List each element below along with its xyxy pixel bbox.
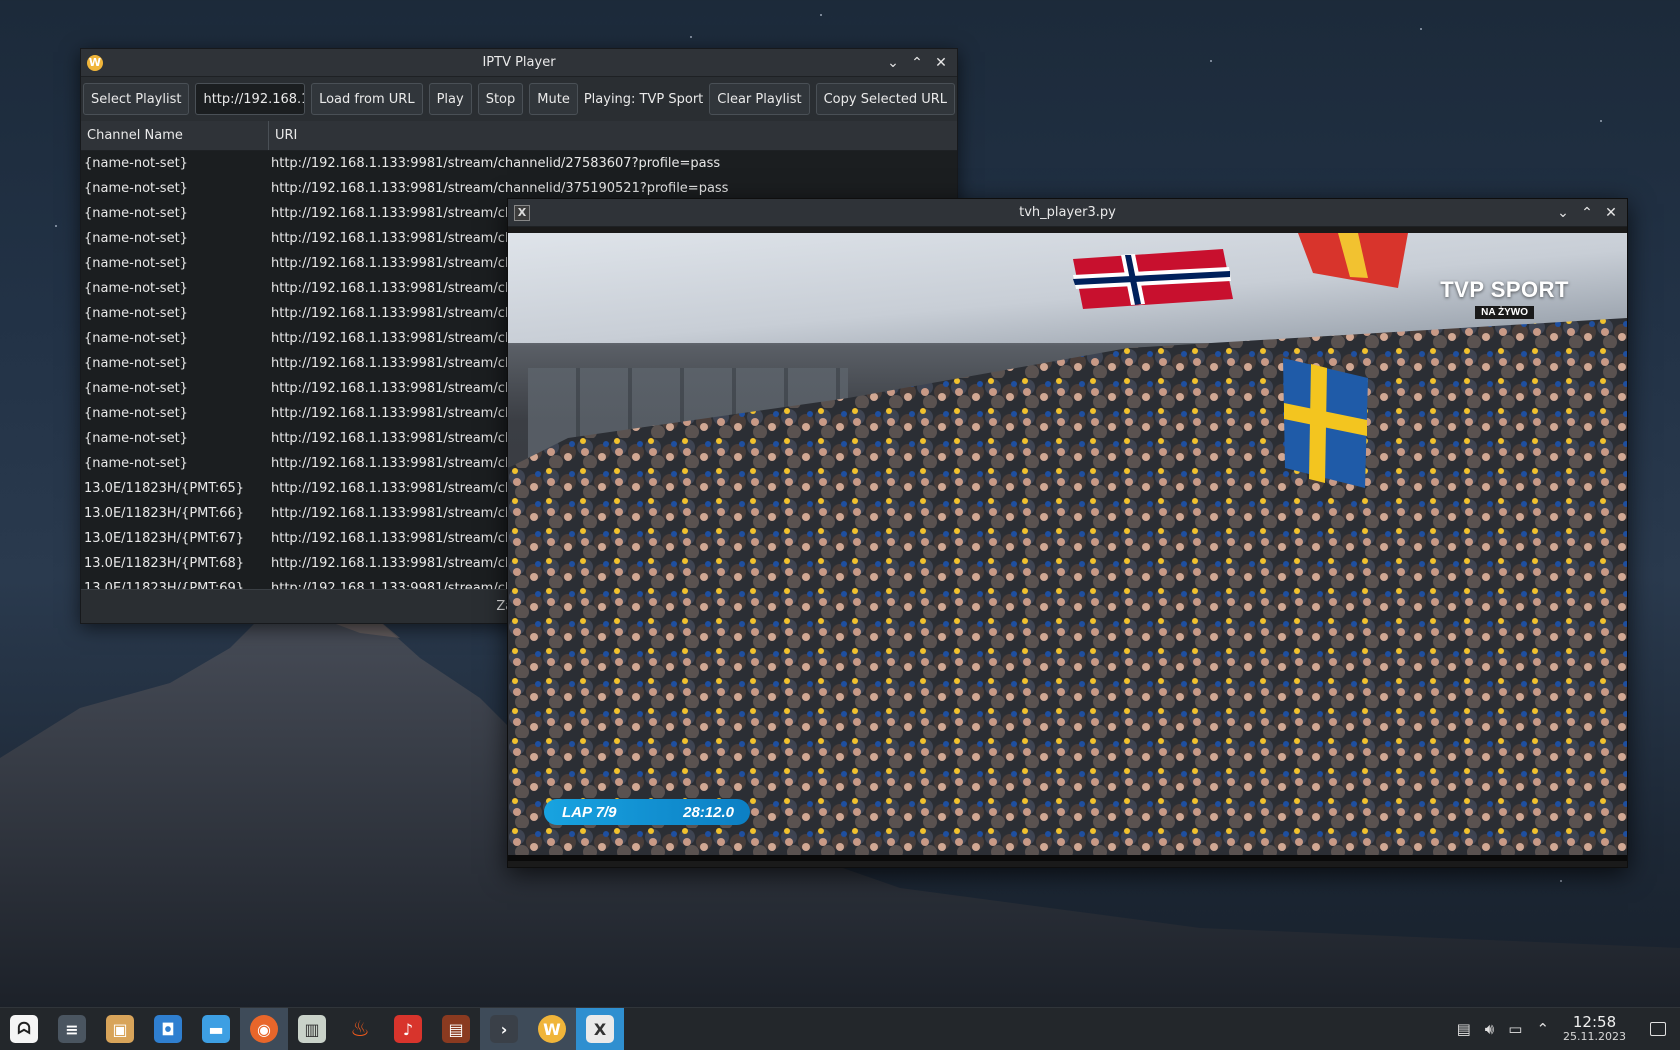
clock[interactable]: 12:58 25.11.2023 xyxy=(1563,1013,1626,1044)
channel-name-cell: {name-not-set} xyxy=(84,331,188,346)
table-header: Channel Name URI xyxy=(81,121,957,151)
channel-name-cell: {name-not-set} xyxy=(84,456,188,471)
stop-button[interactable]: Stop xyxy=(477,83,524,115)
video-letterbox xyxy=(508,855,1627,861)
norway-flag xyxy=(1073,249,1233,309)
copy-selected-url-button[interactable]: Copy Selected URL xyxy=(815,83,955,115)
crowd-image xyxy=(508,318,1627,861)
window-title: IPTV Player xyxy=(482,55,556,70)
toolbar: Select Playlist http://192.168.1.133:99 … xyxy=(81,77,957,121)
play-button[interactable]: Play xyxy=(428,83,472,115)
channel-name-cell: 13.0E/11823H/{PMT:68} xyxy=(84,556,245,571)
discover-store-icon[interactable]: ◘ xyxy=(144,1008,192,1050)
channel-logo: TVP SPORT NA ŻYWO xyxy=(1440,277,1569,319)
system-tray: ▤ 🔊︎ ▭ ⌃ 12:58 25.11.2023 xyxy=(1457,1015,1680,1042)
column-header-uri[interactable]: URI xyxy=(269,121,297,150)
iptv-titlebar[interactable]: W IPTV Player ⌄ ⌃ ✕ xyxy=(81,49,957,77)
channel-name-cell: {name-not-set} xyxy=(84,206,188,221)
player-window-title: tvh_player3.py xyxy=(1019,205,1116,220)
iptv-player-taskbar-icon[interactable]: W xyxy=(528,1007,576,1050)
network-icon[interactable]: ▭ xyxy=(1508,1020,1522,1038)
package-manager-icon[interactable]: ▣ xyxy=(96,1008,144,1050)
firefox-icon[interactable]: ◉ xyxy=(240,1007,288,1050)
x11-app-icon: X xyxy=(514,204,530,221)
url-input[interactable]: http://192.168.1.133:99 xyxy=(195,83,306,115)
lap-time: 28:12.0 xyxy=(683,803,734,821)
column-header-channel-name[interactable]: Channel Name xyxy=(81,121,269,150)
channel-name-cell: {name-not-set} xyxy=(84,306,188,321)
select-playlist-button[interactable]: Select Playlist xyxy=(83,83,190,115)
minimize-icon[interactable]: ⌄ xyxy=(883,53,903,73)
channel-name-cell: {name-not-set} xyxy=(84,381,188,396)
terminal-icon[interactable]: › xyxy=(480,1007,528,1050)
clipboard-icon[interactable]: ▤ xyxy=(1457,1020,1471,1038)
channel-name-cell: {name-not-set} xyxy=(84,256,188,271)
uri-cell: http://192.168.1.133:9981/stream/channel… xyxy=(271,181,729,196)
chevron-up-icon[interactable]: ⌃ xyxy=(1536,1020,1549,1038)
sweden-flag xyxy=(1283,358,1368,488)
channel-name-cell: 13.0E/11823H/{PMT:67} xyxy=(84,531,245,546)
channel-name-cell: {name-not-set} xyxy=(84,181,188,196)
maximize-icon[interactable]: ⌃ xyxy=(907,53,927,73)
lap-badge: LAP 7/9 28:12.0 xyxy=(544,799,750,825)
player-titlebar[interactable]: X tvh_player3.py ⌄ ⌃ ✕ xyxy=(508,199,1627,227)
close-icon[interactable]: ✕ xyxy=(931,53,951,73)
table-row[interactable]: {name-not-set} http://192.168.1.133:9981/… xyxy=(81,151,957,176)
channel-name-cell: {name-not-set} xyxy=(84,281,188,296)
channel-logo-text: TVP SPORT xyxy=(1440,277,1569,302)
tvh-player-taskbar-icon[interactable]: X xyxy=(576,1007,624,1050)
video-frame[interactable]: TVP SPORT NA ŻYWO LAP 7/9 28:12.0 xyxy=(508,233,1627,861)
archive-manager-icon[interactable]: ▤ xyxy=(432,1008,480,1050)
channel-name-cell: {name-not-set} xyxy=(84,406,188,421)
clock-time: 12:58 xyxy=(1572,1013,1617,1032)
file-manager-icon[interactable]: ▬ xyxy=(192,1008,240,1050)
maximize-icon[interactable]: ⌃ xyxy=(1577,203,1597,223)
channel-name-cell: {name-not-set} xyxy=(84,156,188,171)
channel-name-cell: 13.0E/11823H/{PMT:66} xyxy=(84,506,245,521)
channel-name-cell: {name-not-set} xyxy=(84,231,188,246)
uri-cell: http://192.168.1.133:9981/stream/channel… xyxy=(271,156,721,171)
channel-name-cell: 13.0E/11823H/{PMT:65} xyxy=(84,481,245,496)
show-desktop-icon[interactable] xyxy=(1650,1021,1666,1036)
guitar-app-icon[interactable]: ♪ xyxy=(384,1008,432,1050)
lap-counter: LAP 7/9 xyxy=(562,803,617,821)
system-settings-icon[interactable]: ≡ xyxy=(48,1008,96,1050)
clear-playlist-button[interactable]: Clear Playlist xyxy=(709,83,810,115)
video-player-window: X tvh_player3.py ⌄ ⌃ ✕ TVP SPORT NA ŻYWO… xyxy=(507,198,1628,868)
load-from-url-button[interactable]: Load from URL xyxy=(311,83,423,115)
close-icon[interactable]: ✕ xyxy=(1601,203,1621,223)
system-monitor-icon[interactable]: ▥ xyxy=(288,1008,336,1050)
minimize-icon[interactable]: ⌄ xyxy=(1553,203,1573,223)
volume-icon[interactable]: 🔊︎ xyxy=(1485,1020,1494,1038)
live-badge: NA ŻYWO xyxy=(1475,306,1535,319)
channel-name-cell: {name-not-set} xyxy=(84,431,188,446)
playing-status: Playing: TVP Sport xyxy=(583,91,704,107)
clock-date: 25.11.2023 xyxy=(1563,1030,1626,1044)
burner-fire-icon[interactable]: ♨ xyxy=(336,1008,384,1050)
red-flag xyxy=(1298,233,1408,288)
app-launcher-icon[interactable]: ᗣ xyxy=(0,1008,48,1050)
app-icon: W xyxy=(87,54,103,71)
channel-name-cell: {name-not-set} xyxy=(84,356,188,371)
taskbar: ᗣ ≡ ▣ ◘ ▬ ◉ ▥ ♨ ♪ ▤ › W X ▤ 🔊︎ ▭ ⌃ 12:58… xyxy=(0,1007,1680,1050)
mute-button[interactable]: Mute xyxy=(529,83,578,115)
